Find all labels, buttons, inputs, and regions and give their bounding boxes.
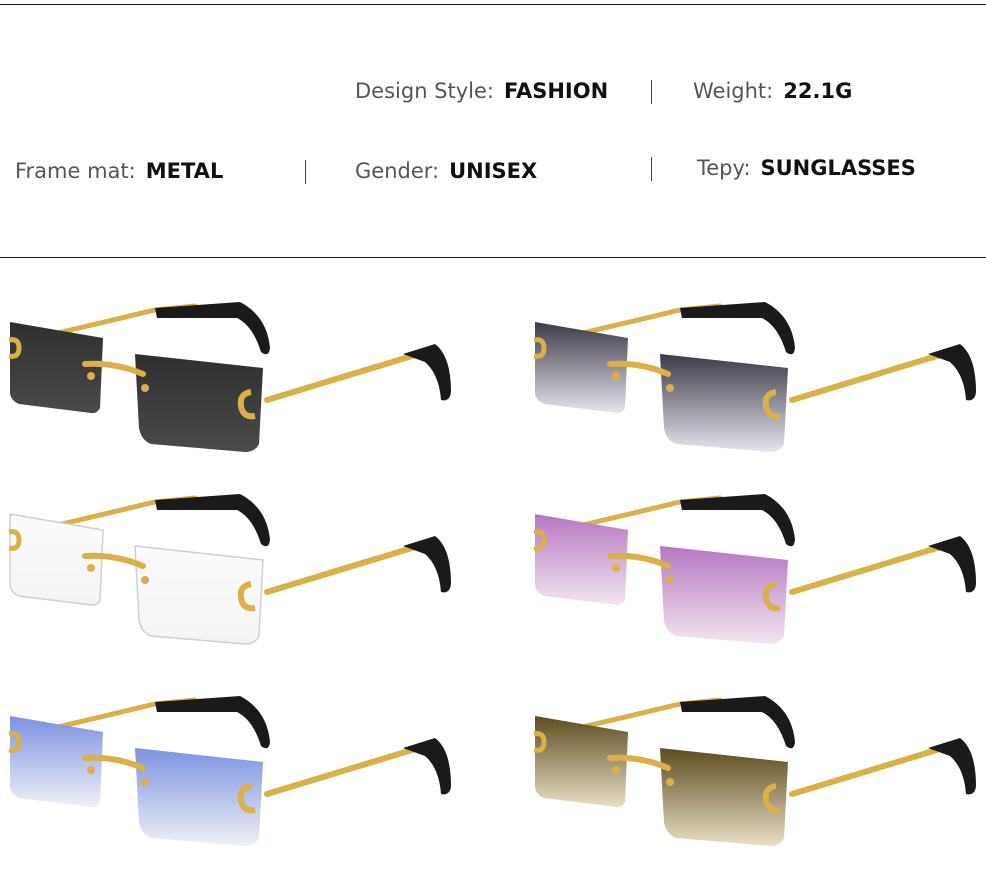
separator [305, 160, 306, 184]
spec-value: METAL [145, 159, 224, 183]
spec-weight: Weight: 22.1G [693, 81, 852, 102]
top-divider [0, 4, 986, 5]
spec-label: Tepy: [697, 156, 751, 180]
separator [651, 157, 652, 181]
spec-design-style: Design Style: FASHION [355, 81, 608, 102]
spec-value: 22.1G [783, 79, 853, 103]
spec-value: FASHION [504, 79, 609, 103]
spec-gender: Gender: UNISEX [355, 161, 537, 182]
spec-label: Frame mat: [15, 159, 136, 183]
middle-divider [0, 257, 986, 258]
sunglasses-brown-gradient [530, 690, 986, 865]
sunglasses-clear [5, 488, 485, 663]
sunglasses-pink-gradient [530, 488, 986, 663]
sunglasses-grey-gradient [530, 296, 986, 471]
spec-label: Gender: [355, 159, 440, 183]
sunglasses-black [5, 296, 485, 471]
spec-value: UNISEX [449, 159, 538, 183]
spec-label: Design Style: [355, 79, 495, 103]
spec-label: Weight: [693, 79, 774, 103]
spec-value: SUNGLASSES [760, 156, 916, 180]
spec-type: Tepy: SUNGLASSES [697, 158, 916, 179]
spec-frame-mat: Frame mat: METAL [15, 161, 223, 182]
sunglasses-blue-gradient [5, 690, 485, 865]
separator [651, 80, 652, 104]
